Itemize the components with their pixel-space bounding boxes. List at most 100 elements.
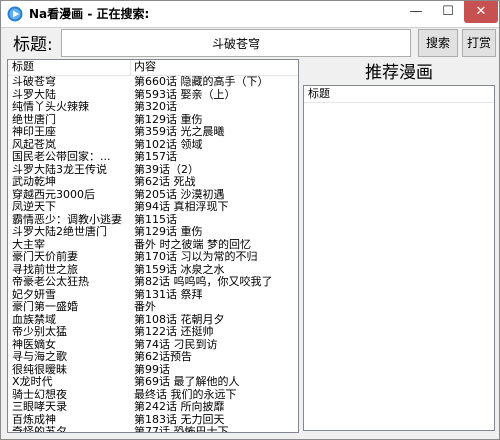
row-title: 很纯很暧昧 [12,363,67,376]
title-search-input[interactable] [61,29,411,57]
title-bar[interactable]: Na看漫画 - 正在搜索: — ☐ ✕ [1,1,499,28]
row-title: 神医嫡女 [12,338,56,351]
row-title: 武动乾坤 [12,176,56,188]
row-content: 第62话预告 [134,351,192,363]
recommend-column-header[interactable]: 标题 [304,86,494,103]
donate-button[interactable]: 打赏 [462,29,496,57]
row-title: 大主宰 [12,238,45,251]
list-header: 标题 内容 [8,60,298,76]
row-title: 妃夕妍雪 [12,288,56,301]
row-content: 第62话 死战 [134,176,196,188]
row-title: 百炼成神 [12,413,56,426]
row-content: 第242话 所向披靡 [134,401,225,413]
row-content: 番外 时之彼端 梦的回忆 [134,238,251,251]
row-content: 第593话 娶亲（上） [134,88,236,101]
list-row[interactable]: 很纯很暧昧 第99话 [8,364,298,377]
row-content: 第115话 [134,213,177,226]
row-title: 帝豪老公太狂热 [12,276,89,288]
list-row[interactable]: 绝世唐门 第129话 重伤 [8,114,298,127]
comic-list[interactable]: 标题 内容 斗破苍穹 第660话 隐藏的高手（下） 斗罗大陆 第593话 娶亲（上）纯… [7,59,299,433]
list-row[interactable]: 豪门天价前妻 第170话 习以为常的不归 [8,251,298,264]
list-row[interactable]: 帝少别太猛 第122话 还挺帅 [8,326,298,339]
row-title: X龙时代 [12,376,53,388]
column-header-title[interactable]: 标题 [12,60,34,74]
list-row[interactable]: 三眼哮天录 第242话 所向披靡 [8,401,298,414]
list-row[interactable]: 寻与海之歌 第62话预告 [8,351,298,364]
list-row[interactable]: 风起苍岚 第102话 领域 [8,139,298,152]
row-content: 第205话 沙漠初遇 [134,188,225,201]
list-row[interactable]: 穿越西元3000后 第205话 沙漠初遇 [8,189,298,202]
row-title: 绝世唐门 [12,113,56,126]
row-content: 第102话 领域 [134,138,203,151]
row-title: 奇怪的苏夕 [12,426,67,433]
row-title: 斗破苍穹 [12,76,56,88]
column-header-content[interactable]: 内容 [134,60,156,74]
row-title: 血族禁域 [12,313,56,326]
list-row[interactable]: 国民老公带回家：... 第157话 [8,151,298,164]
list-row[interactable]: 斗破苍穹 第660话 隐藏的高手（下） [8,76,298,89]
list-row[interactable]: 神印王座 第359话 光之晨曦 [8,126,298,139]
row-title: 帝少别太猛 [12,326,67,338]
app-play-icon [7,6,23,22]
row-title: 神印王座 [12,126,56,138]
row-content: 第122话 还挺帅 [134,326,214,338]
row-content: 第69话 最了解他的人 [134,376,240,388]
row-content: 第159话 冰泉之水 [134,263,225,276]
column-divider[interactable] [130,60,131,75]
row-content: 第183话 无力回天 [134,413,225,426]
row-content: 第99话 [134,363,170,376]
recommend-title: 推荐漫画 [365,63,433,83]
row-content: 最终话 我们的永远下 [134,388,237,401]
row-content: 第94话 真相浮现下 [134,201,229,213]
row-title: 寻找前世之旅 [12,263,78,276]
list-row[interactable]: 骑士幻想夜 最终话 我们的永远下 [8,389,298,402]
row-content: 第359话 光之晨曦 [134,126,225,138]
close-icon[interactable]: ✕ [464,1,498,23]
list-row[interactable]: 斗罗大陆2绝世唐门 第129话 重伤 [8,226,298,239]
row-title: 风起苍岚 [12,138,56,151]
list-row[interactable]: 帝豪老公太狂热 第82话 呜呜呜，你又咬我了 [8,276,298,289]
list-row[interactable]: 百炼成神 第183话 无力回天 [8,414,298,427]
list-row[interactable]: 奇怪的苏夕 第77话 恐怖巴士下 [8,426,298,433]
list-row[interactable]: 豪门第一盛婚 番外 [8,301,298,314]
list-row[interactable]: 血族禁域 第108话 花朝月夕 [8,314,298,327]
row-content: 第170话 习以为常的不归 [134,251,258,263]
minimize-icon[interactable]: — [401,1,431,23]
row-content: 第660话 隐藏的高手（下） [134,76,269,88]
list-row[interactable]: 神医嫡女 第74话 刁民到访 [8,339,298,352]
row-title: 斗罗大陆3龙王传说 [12,163,107,176]
list-row[interactable]: 妃夕妍雪 第131话 祭拜 [8,289,298,302]
row-content: 第157话 [134,151,177,163]
row-title: 豪门第一盛婚 [12,301,78,313]
list-row[interactable]: 大主宰 番外 时之彼端 梦的回忆 [8,239,298,252]
row-title: 三眼哮天录 [12,401,67,413]
row-content: 第39话（2） [134,163,199,176]
row-content: 第320话 [134,101,177,113]
maximize-icon[interactable]: ☐ [433,1,463,23]
list-row[interactable]: 斗罗大陆 第593话 娶亲（上） [8,89,298,102]
row-content: 第77话 恐怖巴士下 [134,426,229,433]
search-button[interactable]: 搜索 [418,29,458,57]
list-body: 斗破苍穹 第660话 隐藏的高手（下） 斗罗大陆 第593话 娶亲（上） 纯情丫头火辣辣… [8,76,298,433]
list-row[interactable]: 武动乾坤 第62话 死战 [8,176,298,189]
row-title: 豪门天价前妻 [12,251,78,263]
list-row[interactable]: 霸情恶少：调教小逃妻 第115话 [8,214,298,227]
row-content: 第129话 重伤 [134,113,203,126]
row-title: 国民老公带回家：... [12,151,111,163]
row-title: 斗罗大陆2绝世唐门 [12,226,107,238]
list-row[interactable]: 斗罗大陆3龙王传说 第39话（2） [8,164,298,177]
row-content: 第74话 刁民到访 [134,338,218,351]
list-row[interactable]: 纯情丫头火辣辣 第320话 [8,101,298,114]
row-title: 穿越西元3000后 [12,188,95,201]
row-title: 凤逆天下 [12,201,56,213]
list-row[interactable]: 凤逆天下 第94话 真相浮现下 [8,201,298,214]
row-content: 番外 [134,301,156,313]
row-content: 第82话 呜呜呜，你又咬我了 [134,276,273,288]
list-row[interactable]: X龙时代 第69话 最了解他的人 [8,376,298,389]
title-label: 标题: [13,35,53,55]
row-title: 斗罗大陆 [12,88,56,101]
recommend-list[interactable]: 标题 [303,85,495,431]
row-title: 纯情丫头火辣辣 [12,101,89,113]
list-row[interactable]: 寻找前世之旅 第159话 冰泉之水 [8,264,298,277]
row-title: 霸情恶少：调教小逃妻 [12,213,122,226]
